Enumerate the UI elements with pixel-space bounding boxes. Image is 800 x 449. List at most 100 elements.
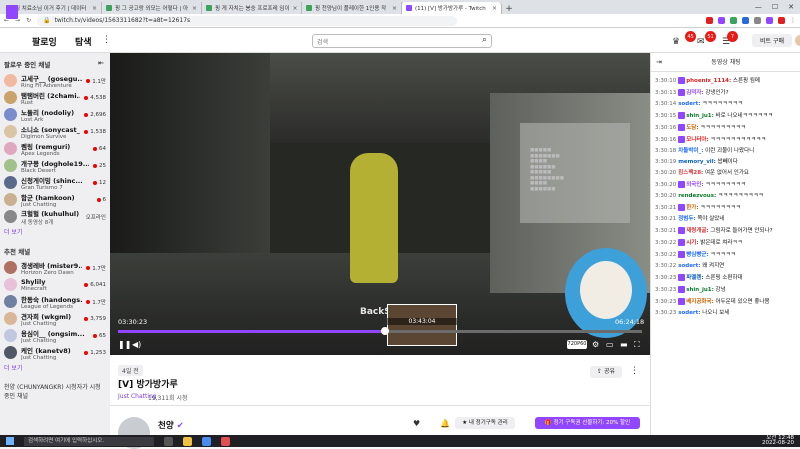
chat-timestamp[interactable]: 3:30:22: [655, 263, 676, 269]
chat-timestamp[interactable]: 3:30:23: [655, 275, 676, 281]
show-more-recommended[interactable]: 더 보기: [0, 361, 110, 376]
list-item[interactable]: 한동숙 (handongs... League of Legends 1.7만: [0, 293, 110, 310]
list-item[interactable]: 신청게이밍 (shinc... Gran Turismo 7 12: [0, 174, 110, 191]
nav-following[interactable]: 팔로잉: [32, 35, 57, 48]
get-bits-button[interactable]: 비트 구매: [752, 34, 792, 47]
fullscreen-icon[interactable]: ⛶: [634, 340, 640, 350]
follow-heart-icon[interactable]: ♥: [413, 419, 420, 428]
user-avatar[interactable]: [795, 35, 800, 46]
list-item[interactable]: 노돌리 (nodoliy) Lost Ark 2,696: [0, 106, 110, 123]
chat-timestamp[interactable]: 3:30:21: [655, 205, 676, 211]
chat-username[interactable]: 외국인:: [686, 182, 703, 188]
chat-username[interactable]: phoenix_1114:: [686, 78, 731, 84]
chat-username[interactable]: shin_ju1:: [686, 113, 714, 119]
list-item[interactable]: 함군 (hamkoon) Just Chatting 6: [0, 191, 110, 208]
extension-icon[interactable]: [742, 17, 749, 24]
settings-gear-icon[interactable]: ⚙: [592, 340, 599, 349]
chat-username[interactable]: 킹스팩28:: [678, 170, 703, 176]
list-item[interactable]: 개구몽 (doghole19... Black Desert 25: [0, 157, 110, 174]
chat-username[interactable]: 정범두:: [678, 216, 695, 222]
chat-timestamp[interactable]: 3:30:10: [655, 78, 676, 84]
close-tab-icon[interactable]: ×: [192, 5, 197, 12]
list-item[interactable]: 탬탬버린 (2chami... Rust 4,538: [0, 89, 110, 106]
channel-name[interactable]: 천양 ✔: [158, 419, 184, 431]
share-button[interactable]: ⇪ 공유: [590, 366, 622, 378]
close-tab-icon[interactable]: ×: [293, 5, 298, 12]
taskbar-search[interactable]: 검색하려면 여기에 입력하십시오.: [24, 436, 154, 446]
close-tab-icon[interactable]: ×: [392, 5, 397, 12]
extension-icon[interactable]: [766, 17, 773, 24]
reload-icon[interactable]: ↻: [26, 17, 31, 24]
taskbar-app-icon[interactable]: [202, 436, 211, 446]
chat-timestamp[interactable]: 3:30:14: [655, 101, 676, 107]
extension-icon[interactable]: [718, 17, 725, 24]
chat-timestamp[interactable]: 3:30:23: [655, 299, 676, 305]
extension-icon[interactable]: [730, 17, 737, 24]
close-window-button[interactable]: ✕: [788, 3, 794, 11]
chat-username[interactable]: 한가:: [686, 205, 698, 211]
list-item[interactable]: 견자희 (wkgml) Just Chatting 3,759: [0, 310, 110, 327]
menu-dots-icon[interactable]: ⋮: [790, 17, 796, 24]
search-input[interactable]: 검색: [312, 34, 492, 48]
extension-icon[interactable]: [754, 17, 761, 24]
clip-icon[interactable]: ▭: [606, 340, 614, 349]
list-item[interactable]: 용심이__ (ongsim... Just Chatting 65: [0, 327, 110, 344]
browser-tab[interactable]: 핑 천양님이 플레이한 1인용 작 ×: [302, 2, 402, 14]
show-more-followed[interactable]: 더 보기: [0, 225, 110, 240]
chat-timestamp[interactable]: 3:30:21: [655, 216, 676, 222]
pause-icon[interactable]: ❚❚: [118, 340, 131, 349]
gift-sub-button[interactable]: 🎁 정기 구독권 선물하기: 20% 할인: [535, 417, 640, 429]
chat-timestamp[interactable]: 3:30:13: [655, 90, 676, 96]
twitch-logo-icon[interactable]: [6, 5, 18, 19]
maximize-button[interactable]: ☐: [772, 3, 778, 11]
chat-username[interactable]: 베지공화국:: [686, 299, 714, 305]
url-field[interactable]: 🔒 twitch.tv/videos/1563311682?t=a8t=1261…: [37, 15, 458, 26]
browser-tab[interactable]: 핑 게 자치는 봉숭 프로프레 임이 ×: [202, 2, 302, 14]
list-item[interactable]: Shylily Minecraft 6,041: [0, 276, 110, 293]
chat-username[interactable]: 도담:: [686, 125, 698, 131]
manage-subscription-button[interactable]: ★ 내 정기구독 관리: [455, 417, 515, 429]
close-tab-icon[interactable]: ×: [492, 5, 497, 12]
list-item[interactable]: 갱생레바 (mister9... Horizon Zero Dawn 1.7만: [0, 259, 110, 276]
notification-bell-icon[interactable]: 🔔: [440, 419, 450, 428]
chat-username[interactable]: 파멜렌:: [686, 275, 703, 281]
chat-timestamp[interactable]: 3:30:16: [655, 137, 676, 143]
chat-timestamp[interactable]: 3:30:23: [655, 287, 676, 293]
chat-timestamp[interactable]: 3:30:15: [655, 113, 676, 119]
chat-timestamp[interactable]: 3:30:20: [655, 182, 676, 188]
taskbar-app-icon[interactable]: [164, 436, 173, 446]
chat-username[interactable]: 차돌박이_:: [678, 148, 703, 154]
search-icon[interactable]: ⌕: [482, 35, 487, 45]
chat-username[interactable]: sodert:: [678, 310, 700, 316]
chat-username[interactable]: 김덕자:: [686, 90, 703, 96]
volume-icon[interactable]: ◀): [132, 340, 141, 349]
extension-icon[interactable]: [706, 17, 713, 24]
collapse-chat-icon[interactable]: ⇥: [656, 58, 662, 66]
taskbar-app-icon[interactable]: [183, 436, 192, 446]
inbox-icon[interactable]: ✉: [697, 37, 705, 47]
nav-browse[interactable]: 탐색: [75, 35, 92, 48]
crown-icon[interactable]: ♛: [672, 37, 680, 47]
chat-timestamp[interactable]: 3:30:21: [655, 228, 676, 234]
browser-tab-active[interactable]: (11) [V] 방가방가루 - Twitch ×: [402, 2, 502, 14]
chat-username[interactable]: sodert:: [678, 263, 700, 269]
more-options-icon[interactable]: ⋮: [630, 366, 639, 376]
chat-username[interactable]: sodert:: [678, 101, 700, 107]
chat-timestamp[interactable]: 3:30:22: [655, 252, 676, 258]
list-item[interactable]: 케인 (kanetv8) Just Chatting 1,253: [0, 344, 110, 361]
chat-username[interactable]: 시기:: [686, 240, 698, 246]
windows-start-icon[interactable]: [6, 437, 14, 445]
chat-timestamp[interactable]: 3:30:20: [655, 170, 676, 176]
chat-timestamp[interactable]: 3:30:18: [655, 148, 676, 154]
list-item[interactable]: 고세구__ (gosegu... Ring Fit Adventure 1.1만: [0, 72, 110, 89]
list-item[interactable]: 렘링 (remguri) Apex Legends 64: [0, 140, 110, 157]
list-item[interactable]: 소니쇼 (sonycast_) Digimon Survive 1,538: [0, 123, 110, 140]
chat-username[interactable]: shin_ju1:: [686, 287, 714, 293]
taskbar-app-icon[interactable]: [221, 436, 230, 446]
chat-username[interactable]: 재령개굴:: [686, 228, 708, 234]
list-item[interactable]: 크헐헐 (kuhulhul) 새 동영상 8개 오프라인: [0, 208, 110, 226]
chat-username[interactable]: 모니터아:: [686, 137, 708, 143]
collapse-sidebar-icon[interactable]: ⇤: [98, 59, 104, 67]
close-tab-icon[interactable]: ×: [92, 5, 97, 12]
minimize-button[interactable]: —: [755, 3, 762, 11]
